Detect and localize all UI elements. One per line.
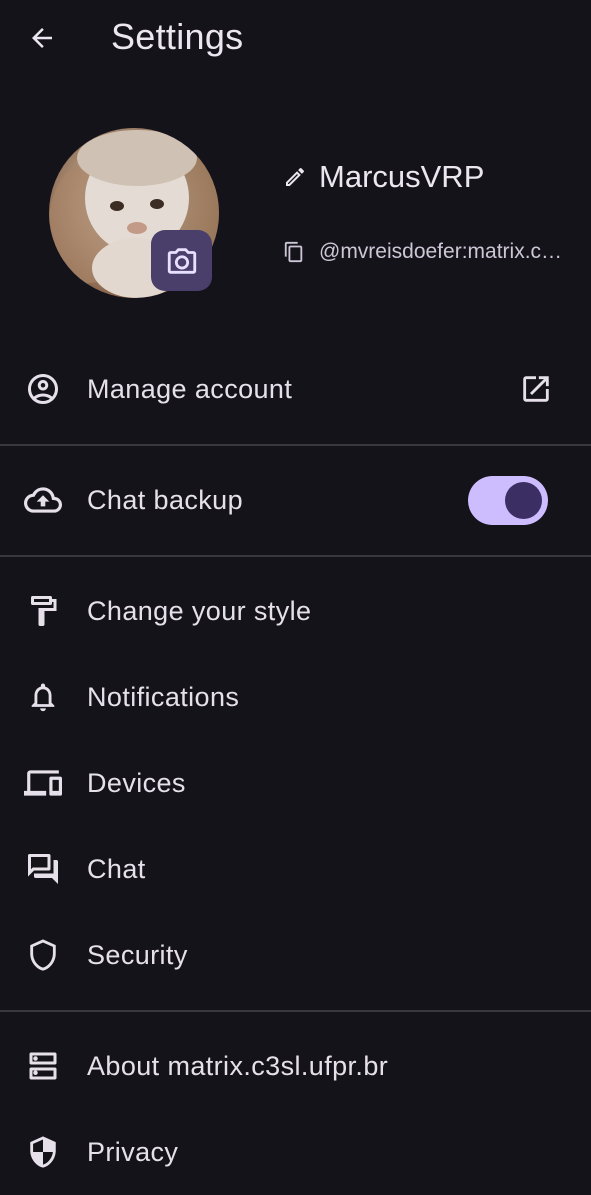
divider [0, 444, 591, 446]
display-name: MarcusVRP [319, 159, 485, 194]
security-item[interactable]: Security [0, 912, 591, 998]
change-avatar-button[interactable] [151, 230, 212, 291]
pencil-icon [286, 167, 305, 186]
back-button[interactable] [18, 14, 66, 62]
page-title: Settings [111, 16, 244, 57]
camera-icon [167, 247, 196, 274]
user-id-row[interactable]: @mvreisdoefer:matrix.c3sl.ufpr.br [283, 232, 573, 272]
about-label: About matrix.c3sl.ufpr.br [87, 1050, 389, 1081]
divider [0, 555, 591, 557]
account-circle-icon [24, 370, 62, 408]
user-id: @mvreisdoefer:matrix.c3sl.ufpr.br [319, 240, 569, 263]
arrow-left-icon [32, 28, 52, 48]
chat-backup-label: Chat backup [87, 484, 243, 515]
privacy-label: Privacy [87, 1136, 179, 1167]
chat-backup-item[interactable]: Chat backup [0, 457, 591, 543]
bell-icon [24, 678, 62, 716]
toggle-thumb [505, 481, 542, 519]
about-item[interactable]: About matrix.c3sl.ufpr.br [0, 1023, 591, 1109]
change-style-label: Change your style [87, 595, 312, 626]
privacy-item[interactable]: Privacy [0, 1109, 591, 1195]
profile-header: MarcusVRP @mvreisdoefer:matrix.c3sl.ufpr… [0, 120, 591, 310]
change-style-item[interactable]: Change your style [0, 568, 591, 654]
server-icon [24, 1047, 62, 1085]
devices-label: Devices [87, 767, 186, 798]
open-in-new-icon [519, 372, 553, 406]
forum-icon [24, 850, 62, 888]
devices-icon [24, 764, 62, 802]
cloud-upload-icon [24, 481, 62, 519]
manage-account-label: Manage account [87, 373, 293, 404]
app-bar: Settings [0, 0, 591, 76]
privacy-shield-icon [24, 1133, 62, 1171]
security-label: Security [87, 939, 188, 970]
manage-account-item[interactable]: Manage account [0, 346, 591, 432]
notifications-label: Notifications [87, 681, 240, 712]
copy-icon [284, 241, 303, 263]
devices-item[interactable]: Devices [0, 740, 591, 826]
divider [0, 1010, 591, 1012]
chat-item[interactable]: Chat [0, 826, 591, 912]
notifications-item[interactable]: Notifications [0, 654, 591, 740]
shield-icon [24, 936, 62, 974]
chat-backup-toggle[interactable] [468, 475, 548, 525]
chat-label: Chat [87, 853, 146, 884]
display-name-row[interactable]: MarcusVRP [283, 154, 484, 200]
format-paint-icon [24, 592, 62, 630]
